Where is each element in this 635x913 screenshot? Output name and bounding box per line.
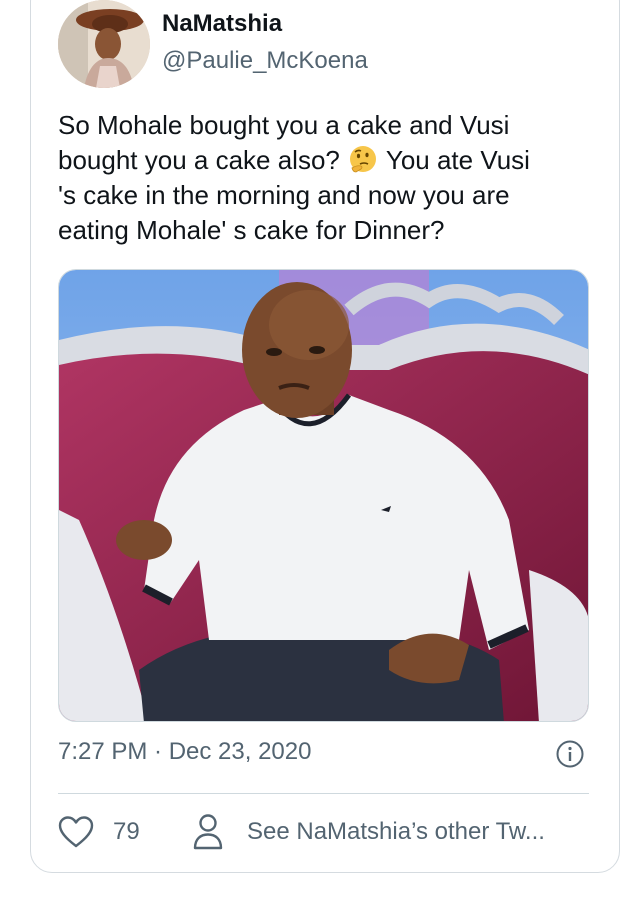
heart-icon[interactable] — [58, 815, 94, 849]
tweet-text-line: eating Mohale' s cake for Dinner? — [58, 215, 445, 245]
like-count: 79 — [113, 818, 140, 845]
avatar[interactable] — [58, 0, 150, 88]
thinking-face-icon — [348, 144, 378, 174]
tweet-text-line: bought you a cake also? You ate Vusi — [58, 143, 588, 178]
info-icon[interactable] — [555, 739, 585, 769]
person-icon[interactable] — [192, 813, 224, 851]
tweet-text-line: 's cake in the morning and now you are — [58, 180, 510, 210]
user-handle[interactable]: @Paulie_McKoena — [162, 47, 368, 75]
tweet-text: So Mohale bought you a cake and Vusi bou… — [58, 108, 588, 248]
tweet-timestamp[interactable]: 7:27 PM · Dec 23, 2020 — [58, 738, 311, 766]
tweet-text-segment: bought you a cake also? — [58, 145, 340, 175]
tweet-text-line: So Mohale bought you a cake and Vusi — [58, 110, 510, 140]
divider — [58, 793, 589, 794]
tweet-photo[interactable] — [58, 269, 589, 722]
tweet-text-segment: You ate Vusi — [385, 145, 530, 175]
see-other-tweets-link[interactable]: See NaMatshia’s other Tw... — [247, 818, 545, 846]
display-name[interactable]: NaMatshia — [162, 10, 282, 38]
